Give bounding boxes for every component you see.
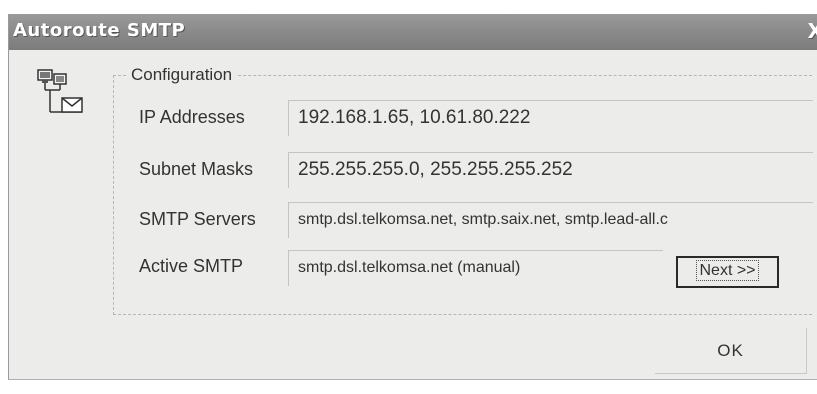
ok-button[interactable]: OK xyxy=(655,328,807,374)
ip-addresses-label: IP Addresses xyxy=(139,107,245,127)
active-smtp-field[interactable]: smtp.dsl.telkomsa.net (manual) xyxy=(288,250,663,286)
configuration-legend: Configuration xyxy=(127,65,237,85)
next-button-label: Next >> xyxy=(696,260,759,281)
close-icon[interactable]: X xyxy=(808,19,817,43)
smtp-servers-label: SMTP Servers xyxy=(139,209,256,229)
subnet-masks-field[interactable]: 255.255.255.0, 255.255.255.252 xyxy=(288,152,813,188)
smtp-servers-field[interactable]: smtp.dsl.telkomsa.net, smtp.saix.net, sm… xyxy=(288,202,813,238)
next-button[interactable]: Next >> xyxy=(676,256,779,288)
ip-addresses-field[interactable]: 192.168.1.65, 10.61.80.222 xyxy=(288,100,813,136)
subnet-masks-label: Subnet Masks xyxy=(139,159,254,179)
network-mail-icon xyxy=(37,69,83,113)
window-title: Autoroute SMTP xyxy=(13,20,186,41)
active-smtp-label: Active SMTP xyxy=(139,256,244,276)
title-bar[interactable]: Autoroute SMTP X xyxy=(9,14,817,50)
